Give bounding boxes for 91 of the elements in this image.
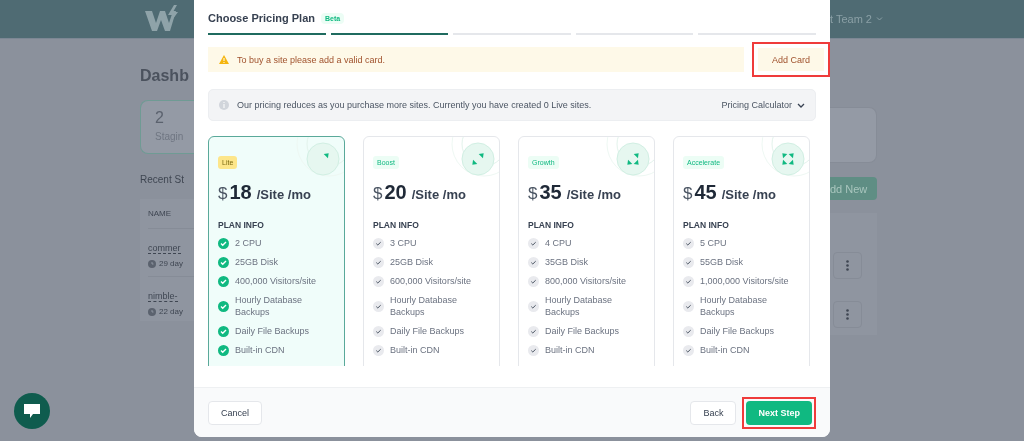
warning-icon	[219, 55, 229, 64]
info-icon	[219, 100, 229, 110]
dialog-title: Choose Pricing Plan	[208, 12, 315, 24]
feature-text: Hourly Database Backups	[235, 294, 304, 318]
back-button[interactable]: Back	[690, 400, 737, 425]
feature-text: 2 CPU	[235, 237, 262, 249]
feature-text: Daily File Backups	[545, 325, 620, 337]
currency-sign: $	[683, 184, 693, 204]
plan-info-heading: PLAN INFO	[528, 220, 575, 230]
check-icon	[683, 344, 694, 356]
pricing-calculator-dropdown[interactable]: Pricing Calculator	[721, 100, 805, 110]
check-icon	[373, 300, 384, 312]
price-unit: /Site /mo	[256, 187, 311, 202]
site-age: 22 day	[159, 307, 184, 316]
feature-text: 35GB Disk	[545, 256, 588, 268]
kebab-icon	[846, 309, 849, 320]
plan-info-heading: PLAN INFO	[683, 220, 730, 230]
feature-text: Hourly Database Backups	[390, 294, 459, 318]
stat-value: 2	[155, 109, 165, 127]
feature-text: 55GB Disk	[700, 256, 743, 268]
currency-sign: $	[218, 184, 228, 204]
feature-text: 25GB Disk	[235, 256, 278, 268]
check-icon	[373, 325, 384, 337]
check-icon	[218, 256, 229, 268]
currency-sign: $	[528, 184, 538, 204]
feature-text: Built-in CDN	[235, 344, 285, 356]
feature-text: 800,000 Visitors/site	[545, 275, 626, 287]
more-button[interactable]	[833, 301, 862, 328]
check-icon	[683, 275, 694, 287]
chevron-down-icon	[797, 102, 805, 108]
check-icon	[528, 344, 539, 356]
check-icon	[683, 256, 694, 268]
section-title: Recent St	[140, 174, 185, 185]
currency-sign: $	[373, 184, 383, 204]
feature-text: Built-in CDN	[545, 344, 595, 356]
feature-text: 25GB Disk	[390, 256, 433, 268]
clock-icon	[148, 307, 156, 316]
feature-text: 600,000 Visitors/site	[390, 275, 471, 287]
feature-text: 4 CPU	[545, 237, 572, 249]
check-icon	[218, 300, 229, 312]
check-icon	[683, 300, 694, 312]
check-icon	[528, 256, 539, 268]
feature-text: Hourly Database Backups	[545, 294, 614, 318]
feature-text: Hourly Database Backups	[700, 294, 769, 318]
feature-text: Built-in CDN	[390, 344, 440, 356]
page-title: Dashb	[140, 67, 190, 85]
add-card-button[interactable]: Add Card	[757, 48, 824, 71]
check-icon	[373, 237, 384, 249]
plan-info-heading: PLAN INFO	[373, 220, 420, 230]
check-icon	[528, 325, 539, 337]
price-unit: /Site /mo	[721, 187, 776, 202]
check-icon	[683, 325, 694, 337]
clock-icon	[148, 259, 156, 268]
info-message: Our pricing reduces as you purchase more sites. Currently you have created 0 Live sites.	[237, 100, 593, 110]
check-icon	[218, 344, 229, 356]
feature-text: 400,000 Visitors/site	[235, 275, 316, 287]
check-icon	[373, 275, 384, 287]
kebab-icon	[846, 260, 849, 271]
check-icon	[373, 256, 384, 268]
check-icon	[528, 300, 539, 312]
warning-message: To buy a site please add a valid card.	[237, 54, 386, 65]
feature-text: Built-in CDN	[700, 344, 750, 356]
feature-text: 3 CPU	[390, 237, 417, 249]
check-icon	[218, 237, 229, 249]
check-icon	[218, 275, 229, 287]
plan-price: 18	[229, 181, 252, 204]
arrows-icon	[461, 142, 495, 176]
chat-icon	[23, 403, 41, 419]
feature-text: Daily File Backups	[700, 325, 775, 337]
check-icon	[218, 325, 229, 337]
check-icon	[373, 344, 384, 356]
arrows-icon	[306, 142, 340, 176]
site-age: 29 day	[159, 259, 184, 268]
cancel-button[interactable]: Cancel	[208, 400, 262, 425]
price-unit: /Site /mo	[566, 187, 621, 202]
column-header: NAME	[148, 208, 173, 220]
arrows-icon	[771, 142, 805, 176]
check-icon	[528, 275, 539, 287]
plan-price: 35	[539, 181, 562, 204]
feature-text: 5 CPU	[700, 237, 727, 249]
more-button[interactable]	[833, 252, 862, 279]
plan-price: 45	[694, 181, 717, 204]
arrows-icon	[616, 142, 650, 176]
check-icon	[683, 237, 694, 249]
price-unit: /Site /mo	[411, 187, 466, 202]
check-icon	[528, 237, 539, 249]
feature-text: Daily File Backups	[235, 325, 310, 337]
plan-price: 20	[384, 181, 407, 204]
feature-text: 1,000,000 Visitors/site	[700, 275, 789, 287]
plan-info-heading: PLAN INFO	[218, 220, 265, 230]
feature-text: Daily File Backups	[390, 325, 465, 337]
